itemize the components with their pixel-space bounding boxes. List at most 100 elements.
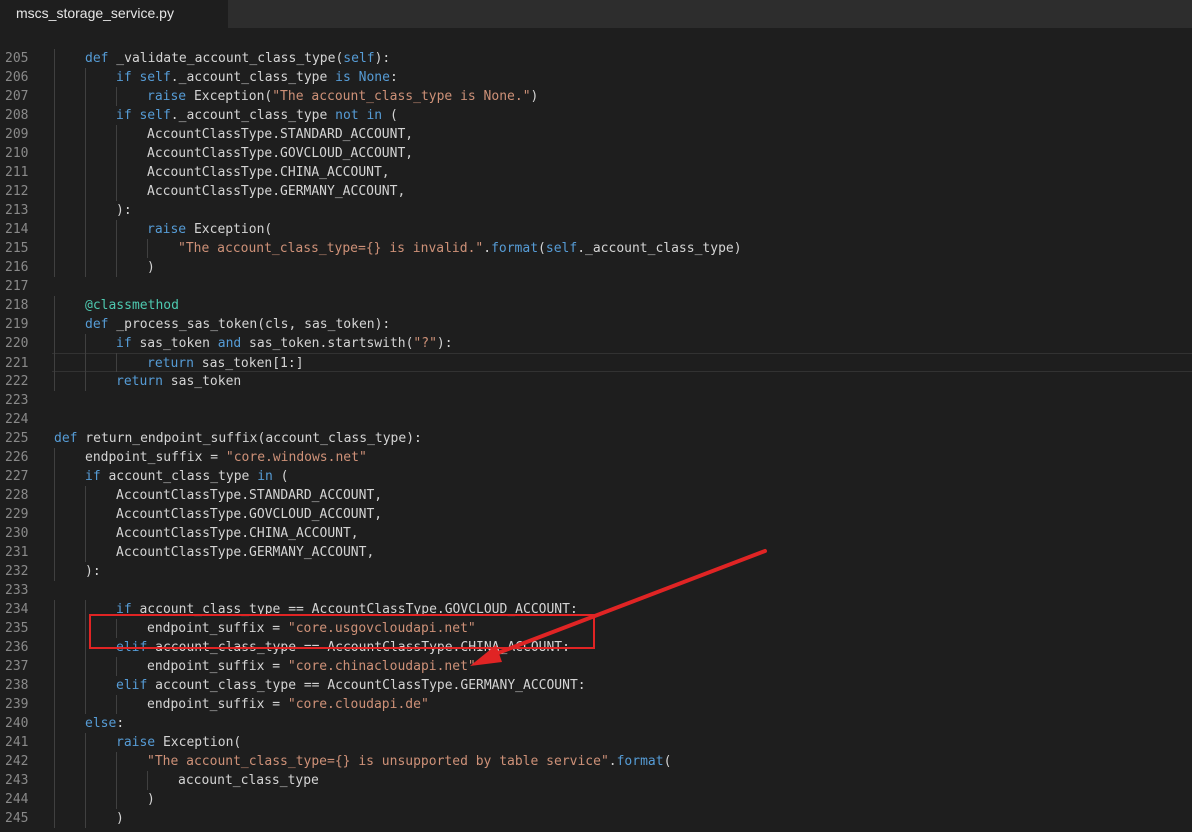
- code-text: def _validate_account_class_type(self):: [54, 49, 390, 68]
- tab-label: mscs_storage_service.py: [16, 5, 174, 21]
- indent-guide: [85, 87, 86, 106]
- indent-guide: [116, 771, 117, 790]
- code-editor[interactable]: 205 def _validate_account_class_type(self…: [0, 28, 1192, 832]
- code-token: "The account_class_type is None.": [272, 89, 531, 104]
- code-token: if: [116, 336, 132, 351]
- code-line[interactable]: 216): [0, 258, 1192, 277]
- code-token: endpoint_suffix =: [85, 450, 226, 465]
- code-token: sas_token[1:]: [193, 356, 304, 371]
- code-line[interactable]: 238 elif account_class_type == AccountCla…: [0, 676, 1192, 695]
- code-line[interactable]: 214 raise Exception(: [0, 220, 1192, 239]
- code-line[interactable]: 231 AccountClassType.GERMANY_ACCOUNT,: [0, 543, 1192, 562]
- code-line[interactable]: 245): [0, 809, 1192, 828]
- line-number: 241: [5, 735, 29, 750]
- indent-guide: [85, 220, 86, 239]
- indent-guide: [54, 68, 55, 87]
- code-line[interactable]: 228 AccountClassType.STANDARD_ACCOUNT,: [0, 486, 1192, 505]
- line-number: 232: [5, 564, 29, 579]
- code-line[interactable]: 206 if self._account_class_type is None:: [0, 68, 1192, 87]
- line-number: 207: [5, 89, 29, 104]
- indent-guide: [54, 638, 55, 657]
- code-line[interactable]: 242 "The account_class_type={} is unsuppo…: [0, 752, 1192, 771]
- code-line[interactable]: 240 else:: [0, 714, 1192, 733]
- code-line[interactable]: 215 "The account_class_type={} is invalid…: [0, 239, 1192, 258]
- code-token: self: [139, 108, 171, 123]
- code-token: "core.windows.net": [225, 450, 367, 465]
- code-line[interactable]: 230 AccountClassType.CHINA_ACCOUNT,: [0, 524, 1192, 543]
- indent-guide: [54, 315, 55, 334]
- indent-guide: [116, 790, 117, 809]
- code-token: account_class_type: [178, 773, 319, 788]
- code-text: if sas_token and sas_token.startswith("?…: [54, 334, 453, 353]
- indent-guide: [116, 220, 117, 239]
- code-line[interactable]: 212 AccountClassType.GERMANY_ACCOUNT,: [0, 182, 1192, 201]
- code-line[interactable]: 223: [0, 391, 1192, 410]
- code-line[interactable]: 227 if account_class_type in (: [0, 467, 1192, 486]
- code-text: @classmethod: [54, 296, 179, 315]
- line-number: 211: [5, 165, 29, 180]
- code-text: return sas_token: [54, 372, 241, 391]
- code-token: AccountClassType.GERMANY_ACCOUNT,: [147, 184, 406, 199]
- code-line[interactable]: 244): [0, 790, 1192, 809]
- indent-guide: [54, 505, 55, 524]
- code-line[interactable]: 237 endpoint_suffix = "core.chinacloudapi…: [0, 657, 1192, 676]
- indent-guide: [85, 733, 86, 752]
- code-text: ): [54, 809, 124, 828]
- code-line[interactable]: 221 return sas_token[1:]: [5, 353, 1192, 372]
- code-text: AccountClassType.CHINA_ACCOUNT,: [54, 163, 390, 182]
- line-number: 243: [5, 773, 29, 788]
- code-token: ):: [374, 51, 391, 66]
- code-text: AccountClassType.GOVCLOUD_ACCOUNT,: [54, 144, 413, 163]
- code-token: raise: [116, 735, 156, 750]
- code-text: if self._account_class_type not in (: [54, 106, 398, 125]
- code-line[interactable]: 224: [0, 410, 1192, 429]
- code-line[interactable]: 207 raise Exception("The account_class_ty…: [0, 87, 1192, 106]
- code-line[interactable]: 226 endpoint_suffix = "core.windows.net": [0, 448, 1192, 467]
- line-number: 217: [5, 279, 29, 294]
- indent-guide: [85, 809, 86, 828]
- indent-guide: [54, 353, 55, 372]
- code-text: ):: [54, 562, 101, 581]
- code-line[interactable]: 217: [0, 277, 1192, 296]
- indent-guide: [54, 733, 55, 752]
- code-token: .: [608, 754, 617, 769]
- code-token: :: [116, 716, 125, 731]
- code-line[interactable]: 219 def _process_sas_token(cls, sas_token…: [0, 315, 1192, 334]
- code-token: account_class_type: [100, 469, 258, 484]
- code-line[interactable]: 211 AccountClassType.CHINA_ACCOUNT,: [0, 163, 1192, 182]
- code-line[interactable]: 243 account_class_type: [0, 771, 1192, 790]
- code-line[interactable]: 225 def return_endpoint_suffix(account_cl…: [0, 429, 1192, 448]
- code-line[interactable]: 205 def _validate_account_class_type(self…: [0, 49, 1192, 68]
- code-line[interactable]: 222 return sas_token: [0, 372, 1192, 391]
- tab-mscs-storage-service[interactable]: mscs_storage_service.py: [0, 0, 228, 28]
- code-line[interactable]: 241 raise Exception(: [0, 733, 1192, 752]
- code-token: and: [217, 336, 242, 351]
- line-number: 221: [5, 356, 29, 371]
- code-line[interactable]: 210 AccountClassType.GOVCLOUD_ACCOUNT,: [0, 144, 1192, 163]
- indent-guide: [85, 543, 86, 562]
- indent-guide: [116, 163, 117, 182]
- line-number: 215: [5, 241, 29, 256]
- indent-guide: [54, 467, 55, 486]
- code-line[interactable]: 233: [0, 581, 1192, 600]
- indent-guide: [54, 220, 55, 239]
- code-line[interactable]: 239 endpoint_suffix = "core.cloudapi.de": [0, 695, 1192, 714]
- code-line[interactable]: 220 if sas_token and sas_token.startswith…: [0, 334, 1192, 353]
- code-text: "The account_class_type={} is invalid.".…: [54, 239, 742, 258]
- code-token: "core.cloudapi.de": [287, 697, 429, 712]
- indent-guide: [85, 182, 86, 201]
- code-line[interactable]: 229 AccountClassType.GOVCLOUD_ACCOUNT,: [0, 505, 1192, 524]
- line-number: 244: [5, 792, 29, 807]
- code-line[interactable]: 209 AccountClassType.STANDARD_ACCOUNT,: [0, 125, 1192, 144]
- code-text: raise Exception("The account_class_type …: [54, 87, 538, 106]
- code-text: if account_class_type in (: [54, 467, 289, 486]
- code-line[interactable]: 218 @classmethod: [0, 296, 1192, 315]
- code-text: AccountClassType.STANDARD_ACCOUNT,: [54, 125, 413, 144]
- code-line[interactable]: 232):: [0, 562, 1192, 581]
- code-token: ): [530, 89, 539, 104]
- line-number: 229: [5, 507, 29, 522]
- code-line[interactable]: 208 if self._account_class_type not in (: [0, 106, 1192, 125]
- indent-guide: [85, 752, 86, 771]
- code-line[interactable]: 213):: [0, 201, 1192, 220]
- code-token: AccountClassType.CHINA_ACCOUNT,: [147, 165, 390, 180]
